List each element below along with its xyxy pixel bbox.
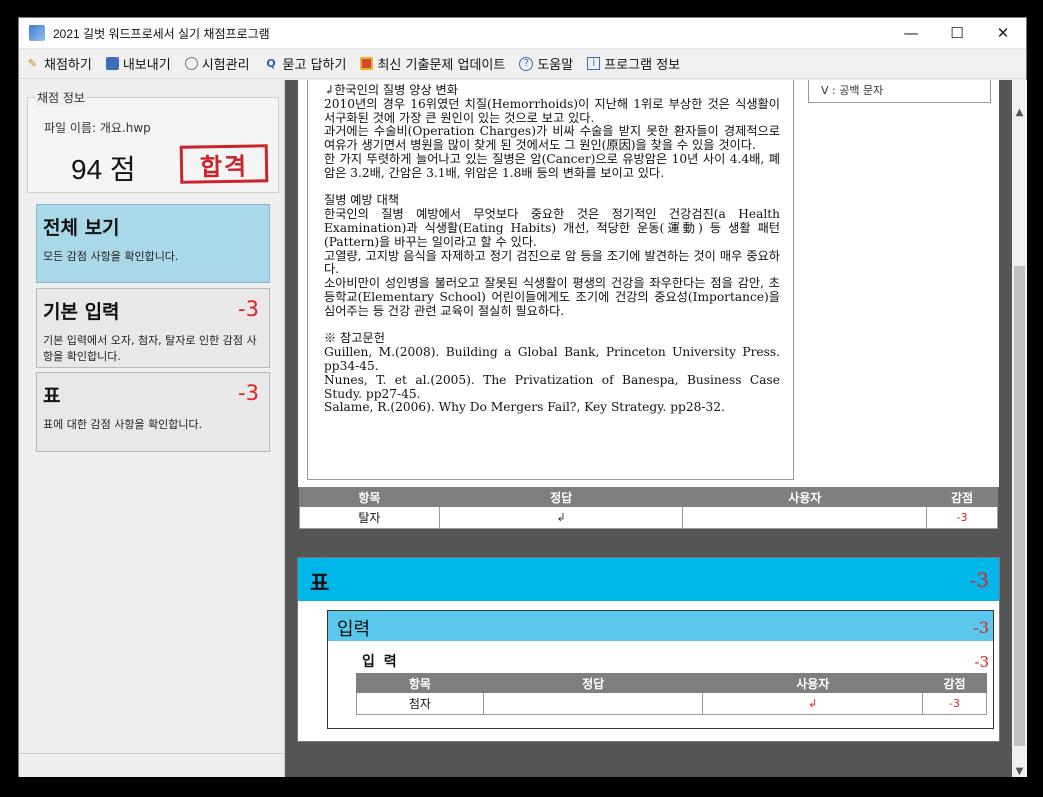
minimize-button[interactable]: — [888,18,934,49]
title-bar: 2021 길벗 워드프로세서 실기 채점프로그램 — ☐ ✕ [19,18,1026,49]
document-text: ↲한국인의 질병 양상 변화 2010년의 경우 16위였던 치질(Hemorr… [324,83,780,415]
table-input-table: 항목 정답 사용자 감점 첨자 ↲ -3 [356,673,987,715]
category-table[interactable]: 표 -3 표에 대한 감점 사항을 확인합니다. [36,372,270,452]
category-table-desc: 표에 대한 감점 사항을 확인합니다. [43,418,203,431]
score-info-box: 파일 이름: 개요.hwp 94 점 합격 [27,97,279,193]
document-preview: ↲한국인의 질병 양상 변화 2010년의 경우 16위였던 치질(Hemorr… [298,80,999,529]
menu-update[interactable]: 최신 기출문제 업데이트 [360,54,505,73]
col-user: 사용자 [682,487,928,507]
left-panel: 채점 정보 파일 이름: 개요.hwp 94 점 합격 전체 보기 모든 감점 … [19,80,285,777]
category-basic-input-desc: 기본 입력에서 오자, 첨자, 탈자로 인한 감점 사항을 확인합니다. [43,334,257,363]
category-all-desc: 모든 감점 사항을 확인합니다. [43,250,179,263]
col-item: 항목 [299,487,440,507]
save-icon [105,57,119,70]
row-answer [482,692,704,715]
col-deduction: 감점 [922,673,987,693]
row-user [682,506,928,529]
scrollbar-thumb[interactable] [1014,266,1025,746]
table-header-row: 항목 정답 사용자 감점 [299,487,998,507]
score-value: 94 점 [71,154,136,185]
col-item: 항목 [356,673,484,693]
row-item: 첨자 [356,692,484,715]
gift-icon [360,57,374,70]
row-deduction: -3 [926,506,998,529]
app-icon [29,25,45,41]
row-answer: ↲ [438,506,684,529]
pencil-icon: ✎ [27,57,38,70]
menu-update-label: 최신 기출문제 업데이트 [377,58,506,73]
menu-export-label: 내보내기 [122,58,171,73]
col-user: 사용자 [702,673,924,693]
menu-info[interactable]: i 프로그램 정보 [587,54,680,73]
table-section-deduction: -3 [969,568,989,592]
category-basic-input[interactable]: 기본 입력 -3 기본 입력에서 오자, 첨자, 탈자로 인한 감점 사항을 확… [36,288,270,368]
category-all[interactable]: 전체 보기 모든 감점 사항을 확인합니다. [36,204,270,283]
menu-exam[interactable]: 시험관리 [184,54,250,73]
menu-help[interactable]: ? 도움말 [519,54,573,73]
menu-qa-label: 묻고 답하기 [282,58,347,73]
scroll-up-icon[interactable]: ▲ [1012,104,1027,121]
menu-qa[interactable]: Q 묻고 답하기 [264,54,347,73]
table-header-row: 항목 정답 사용자 감점 [356,673,987,693]
qa-icon: Q [266,57,276,70]
close-button[interactable]: ✕ [980,18,1026,49]
help-icon: ? [519,56,534,71]
category-all-title: 전체 보기 [43,217,120,239]
table-row[interactable]: 첨자 ↲ -3 [356,692,987,715]
input-subsection: 입력 -3 입 력 -3 항목 정답 사용자 감점 첨자 ↲ -3 [327,610,994,729]
basic-input-table: 항목 정답 사용자 감점 탈자 ↲ -3 [299,487,998,529]
col-answer: 정답 [482,673,704,693]
col-deduction: 감점 [926,487,998,507]
menu-grade[interactable]: ✎ 채점하기 [25,54,92,73]
detail-panel: ↲한국인의 질병 양상 변화 2010년의 경우 16위였던 치질(Hemorr… [285,80,1012,777]
maximize-button[interactable]: ☐ [934,18,980,49]
category-basic-input-title: 기본 입력 [43,301,120,323]
input-subsection-header: 입력 -3 [328,611,993,641]
category-table-title: 표 [43,385,61,407]
document-frame: ↲한국인의 질병 양상 변화 2010년의 경우 16위였던 치질(Hemorr… [307,80,794,480]
table-section-header: 표 -3 [298,558,999,601]
input-subsection-deduction: -3 [973,618,989,637]
input-subsection-title: 입력 [337,619,371,640]
menu-export[interactable]: 내보내기 [105,54,171,73]
table-section: 표 -3 입력 -3 입 력 -3 항목 정답 사용자 감점 첨자 ↲ -3 [298,558,999,741]
menu-grade-label: 채점하기 [44,58,92,73]
menu-bar: ✎ 채점하기 내보내기 시험관리 Q 묻고 답하기 최신 기출문제 업데이트 ?… [19,49,1026,79]
category-table-deduction: -3 [238,381,259,405]
input-item-title: 입 력 [362,654,399,670]
category-basic-input-deduction: -3 [238,297,259,321]
left-divider [19,753,285,754]
row-item: 탈자 [299,506,440,529]
legend-box: V : 공백 문자 [808,80,991,103]
scroll-down-icon[interactable]: ▼ [1012,763,1027,780]
col-answer: 정답 [438,487,684,507]
file-name: 파일 이름: 개요.hwp [44,121,151,135]
menu-help-label: 도움말 [537,58,574,73]
vertical-scrollbar[interactable]: ▲ ▼ [1012,80,1027,777]
pass-stamp: 합격 [179,144,269,184]
menu-info-label: 프로그램 정보 [604,58,681,73]
window-title: 2021 길벗 워드프로세서 실기 채점프로그램 [53,26,270,41]
info-icon: i [587,57,601,70]
table-row[interactable]: 탈자 ↲ -3 [299,506,998,529]
score-info-label: 채점 정보 [35,89,87,106]
timer-icon [184,57,198,70]
input-item-deduction: -3 [974,653,989,671]
row-deduction: -3 [922,692,987,715]
menu-exam-label: 시험관리 [201,58,250,73]
table-section-title: 표 [310,570,330,595]
row-user: ↲ [702,692,924,715]
app-window: 2021 길벗 워드프로세서 실기 채점프로그램 — ☐ ✕ ✎ 채점하기 내보… [18,17,1027,777]
